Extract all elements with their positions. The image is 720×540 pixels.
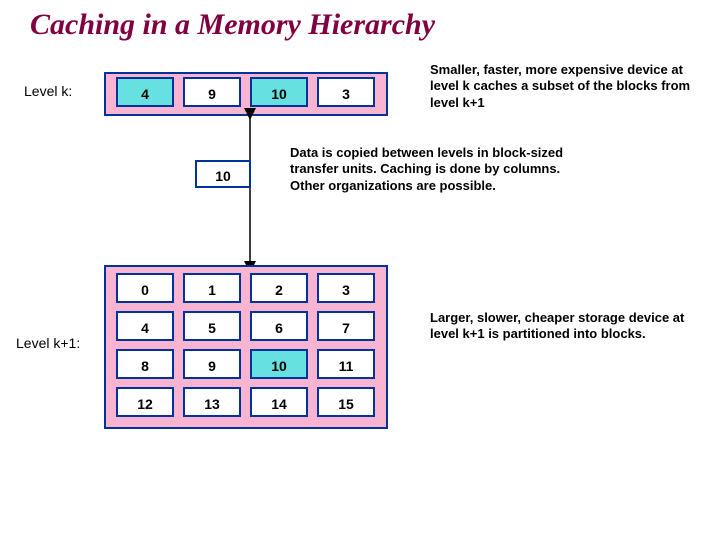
cache-cell: 9 bbox=[183, 77, 241, 107]
memory-cell: 13 bbox=[183, 387, 241, 417]
memory-cell: 0 bbox=[116, 273, 174, 303]
memory-cell: 14 bbox=[250, 387, 308, 417]
memory-cell: 7 bbox=[317, 311, 375, 341]
memory-cell: 8 bbox=[116, 349, 174, 379]
memory-cell: 1 bbox=[183, 273, 241, 303]
transfer-arrow bbox=[244, 112, 256, 272]
memory-cell: 5 bbox=[183, 311, 241, 341]
memory-cell: 6 bbox=[250, 311, 308, 341]
memory-cell: 2 bbox=[250, 273, 308, 303]
memory-cell: 3 bbox=[317, 273, 375, 303]
memory-cell: 15 bbox=[317, 387, 375, 417]
memory-cell: 10 bbox=[250, 349, 308, 379]
memory-cell: 12 bbox=[116, 387, 174, 417]
level-k-label: Level k: bbox=[24, 83, 72, 99]
cache-cell: 10 bbox=[250, 77, 308, 107]
level-k1-label: Level k+1: bbox=[16, 335, 80, 351]
page-title: Caching in a Memory Hierarchy bbox=[30, 8, 435, 42]
memory-cell: 4 bbox=[116, 311, 174, 341]
memory-cell: 11 bbox=[317, 349, 375, 379]
cache-cell: 3 bbox=[317, 77, 375, 107]
cache-cell: 4 bbox=[116, 77, 174, 107]
note-memory: Larger, slower, cheaper storage device a… bbox=[430, 310, 690, 343]
note-transfer: Data is copied between levels in block-s… bbox=[290, 145, 570, 194]
note-cache: Smaller, faster, more expensive device a… bbox=[430, 62, 700, 111]
memory-cell: 9 bbox=[183, 349, 241, 379]
transfer-block: 10 bbox=[195, 160, 251, 188]
